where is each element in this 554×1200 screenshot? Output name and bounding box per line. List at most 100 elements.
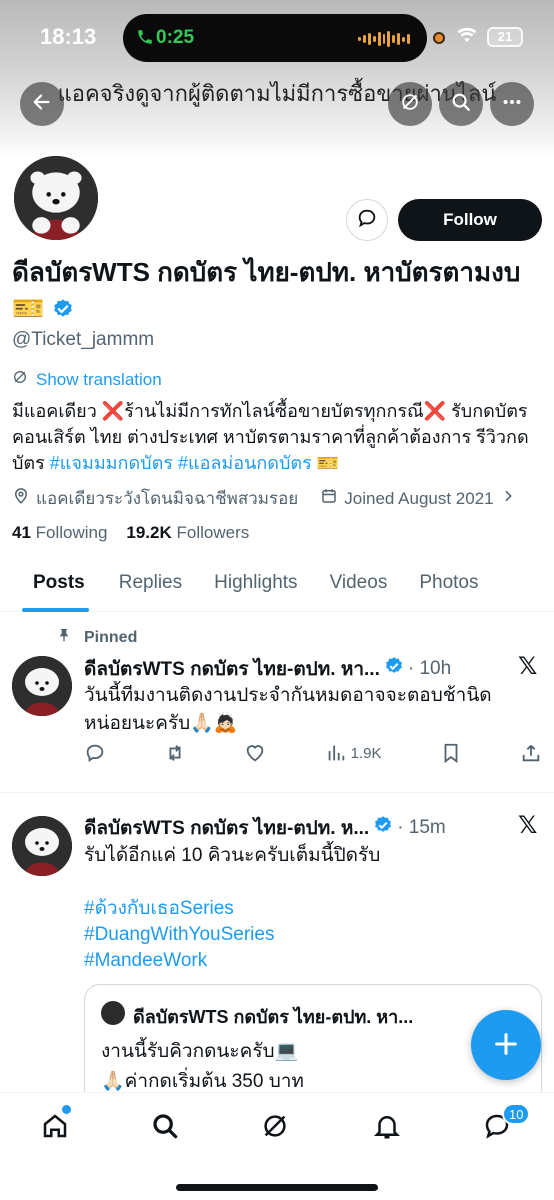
post-author-name[interactable]: ดีลบัตรWTS กดบัตร ไทย-ตปท. ห...	[84, 813, 369, 843]
chat-bubble-icon	[482, 1114, 512, 1145]
tab-highlights[interactable]: Highlights	[198, 560, 313, 612]
post-text: วันนี้ทีมงานติดงานประจำกันหมดอาจจะตอบช้า…	[84, 685, 492, 734]
followers-label: Followers	[176, 523, 250, 542]
slash-circle-icon	[260, 1115, 290, 1145]
display-name-text: ดีลบัตรWTS กดบัตร ไทย-ตปท. หาบัตรตามงบ🎫	[12, 257, 521, 323]
repost-icon	[164, 742, 186, 764]
audio-waveform-icon	[358, 31, 410, 47]
views-button[interactable]: 1.9K	[325, 742, 382, 764]
profile-tabs: Posts Replies Highlights Videos Photos	[0, 560, 554, 612]
quote-text: งานนี้รับคิวกดนะครับ💻 🙏🏻ค่ากดเริ่มต้น 35…	[101, 1037, 521, 1097]
joined-date: Joined August 2021	[344, 488, 494, 508]
x-logo-icon: 𝕏	[518, 812, 538, 839]
hashtag-link[interactable]: #DuangWithYouSeries	[84, 922, 274, 948]
more-horizontal-icon	[501, 91, 523, 118]
heart-icon	[244, 742, 266, 764]
repost-button[interactable]	[164, 742, 186, 764]
following-link[interactable]: 41 Following	[12, 523, 107, 542]
home-indicator[interactable]	[176, 1184, 378, 1191]
quote-author-avatar	[101, 1001, 125, 1025]
more-button[interactable]	[490, 82, 534, 126]
profile-display-name: ดีลบัตรWTS กดบัตร ไทย-ตปท. หาบัตรตามงบ🎫	[12, 254, 532, 326]
bell-icon	[372, 1116, 402, 1145]
chevron-right-icon[interactable]	[500, 488, 516, 509]
share-button[interactable]	[520, 742, 542, 764]
grok-button[interactable]	[388, 82, 432, 126]
compose-post-button[interactable]	[471, 1010, 541, 1080]
home-icon	[40, 1114, 70, 1145]
bio-end-text: 🎫	[311, 453, 340, 473]
chat-bubble-icon	[356, 207, 378, 234]
slash-circle-icon	[12, 369, 28, 390]
nav-search[interactable]	[150, 1111, 184, 1145]
location-text: แอคเดียวระวังโดนมิจฉาชีพสวมรอย	[36, 489, 299, 508]
profile-meta: แอคเดียวระวังโดนมิจฉาชีพสวมรอย Joined Au…	[12, 485, 516, 512]
post-header: ดีลบัตรWTS กดบัตร ไทย-ตปท. ห... · 15m	[84, 813, 446, 843]
bio-hashtag-link[interactable]: #แจมมมกดบัตร	[50, 453, 173, 473]
tab-videos[interactable]: Videos	[314, 560, 404, 612]
post-hashtags: #ด้วงกับเธอSeries #DuangWithYouSeries #M…	[84, 896, 274, 974]
reply-icon	[84, 742, 106, 764]
search-button[interactable]	[439, 82, 483, 126]
bar-chart-icon	[325, 742, 347, 764]
profile-avatar[interactable]	[10, 152, 102, 244]
verified-badge-icon[interactable]	[52, 293, 74, 317]
tab-replies[interactable]: Replies	[111, 560, 198, 612]
show-translation-label: Show translation	[36, 369, 162, 389]
nav-notifications[interactable]	[372, 1111, 406, 1145]
tab-posts[interactable]: Posts	[0, 560, 111, 612]
quote-author-name: ดีลบัตรWTS กดบัตร ไทย-ตปท. หา...	[133, 1007, 414, 1027]
reply-button[interactable]	[84, 742, 106, 764]
hashtag-link[interactable]: #MandeeWork	[84, 948, 274, 974]
bio-hashtag-link[interactable]: #แอลม่อนกดบัตร	[178, 453, 312, 473]
nav-grok[interactable]	[260, 1111, 294, 1145]
post-time: · 15m	[397, 817, 446, 838]
search-icon	[450, 91, 472, 118]
bookmark-icon	[440, 742, 462, 764]
follow-counts: 41 Following 19.2K Followers	[12, 523, 249, 543]
hashtag-link[interactable]: #ด้วงกับเธอSeries	[84, 896, 274, 922]
post-author-name[interactable]: ดีลบัตรWTS กดบัตร ไทย-ตปท. หา...	[84, 654, 380, 684]
verified-badge-icon	[384, 656, 404, 682]
followers-count: 19.2K	[126, 523, 172, 542]
messages-badge: 10	[502, 1103, 531, 1125]
post-text: รับได้อีกแค่ 10 คิวนะครับเต็มนี้ปิดรับ	[84, 845, 381, 866]
post-header: ดีลบัตรWTS กดบัตร ไทย-ตปท. หา... · 10h	[84, 654, 451, 684]
following-count: 41	[12, 523, 31, 542]
views-count: 1.9K	[350, 744, 382, 762]
phone-call-icon	[136, 27, 154, 49]
like-button[interactable]	[244, 742, 266, 764]
x-logo-icon: 𝕏	[518, 653, 538, 680]
post-divider	[0, 792, 554, 793]
camera-indicator-icon	[433, 32, 445, 44]
follow-button[interactable]: Follow	[398, 199, 542, 241]
message-button[interactable]	[346, 199, 388, 241]
search-icon	[150, 1114, 180, 1145]
pinned-indicator: Pinned	[56, 627, 137, 648]
show-translation-link[interactable]: Show translation	[12, 369, 162, 390]
status-time: 18:13	[40, 24, 97, 49]
tab-photos[interactable]: Photos	[403, 560, 486, 612]
slash-circle-icon	[399, 91, 421, 118]
location-icon	[12, 487, 30, 510]
back-button[interactable]	[20, 82, 64, 126]
nav-home[interactable]	[40, 1111, 74, 1145]
profile-handle: @Ticket_jammm	[12, 329, 155, 350]
followers-link[interactable]: 19.2K Followers	[126, 523, 249, 542]
pinned-label: Pinned	[84, 628, 138, 646]
arrow-left-icon	[31, 91, 53, 118]
call-timer: 0:25	[156, 27, 195, 48]
verified-badge-icon	[373, 815, 393, 841]
battery-indicator: 21	[487, 27, 523, 47]
bookmark-button[interactable]	[440, 742, 462, 764]
plus-icon	[492, 1023, 520, 1068]
home-notification-dot	[62, 1105, 71, 1114]
quote-line: งานนี้รับคิวกดนะครับ💻	[101, 1041, 299, 1062]
post-author-avatar[interactable]	[12, 656, 72, 716]
wifi-icon	[456, 27, 478, 48]
following-label: Following	[35, 523, 108, 542]
pin-icon	[56, 627, 72, 648]
calendar-icon	[320, 487, 338, 510]
post-author-avatar[interactable]	[12, 816, 72, 876]
share-icon	[520, 742, 542, 764]
